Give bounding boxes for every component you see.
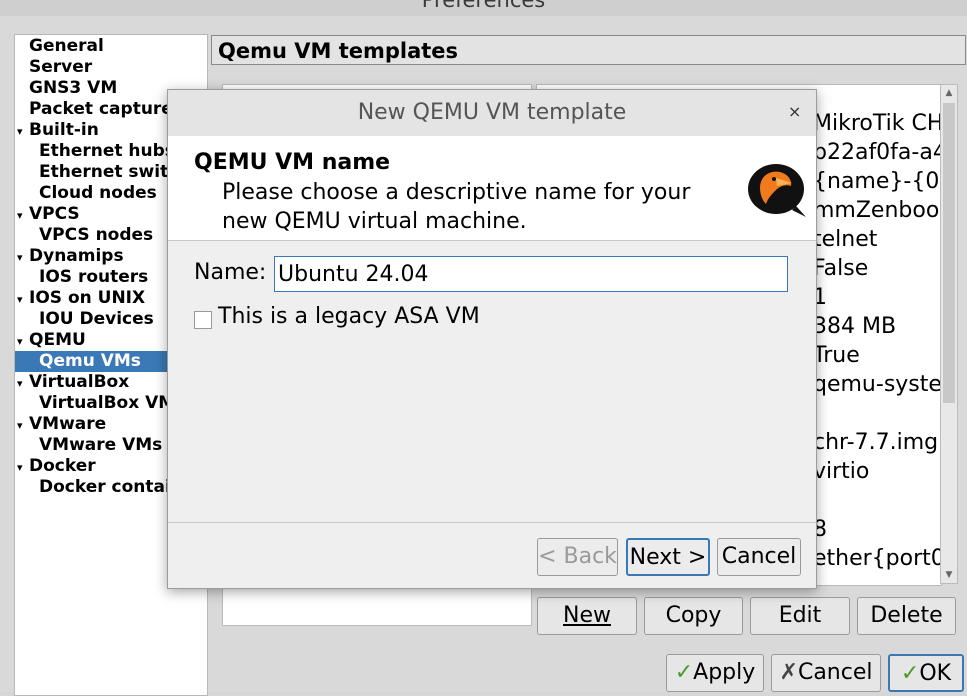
info-value: {name}-{0} [813, 169, 942, 194]
name-label: Name: [194, 260, 267, 285]
sidebar-item[interactable]: VirtualBox VMs [39, 393, 185, 414]
delete-button[interactable]: Delete [857, 597, 956, 635]
sidebar-item-label: VMware VMs [39, 435, 163, 455]
sidebar-item-label: VPCS [29, 204, 80, 224]
sidebar-item[interactable]: VPCS nodes [39, 225, 153, 246]
edit-button[interactable]: Edit [750, 597, 850, 635]
expand-arrow-icon[interactable]: ▾ [17, 205, 29, 226]
info-value: chr-7.7.img [813, 430, 939, 455]
info-value: telnet [813, 227, 878, 252]
sidebar-item-label: Server [29, 57, 93, 77]
sidebar-item[interactable]: ▾ VMware [17, 414, 106, 435]
expand-arrow-icon[interactable]: ▾ [17, 373, 29, 394]
sidebar-item[interactable]: ▾ IOS on UNIX [17, 288, 145, 309]
sidebar-item-label: IOS routers [39, 267, 149, 287]
sidebar-item-label: IOU Devices [39, 309, 154, 329]
copy-button[interactable]: Copy [644, 597, 743, 635]
sidebar-item[interactable]: GNS3 VM [17, 78, 117, 99]
info-value: True [813, 343, 860, 368]
apply-button[interactable]: ✓Apply [666, 654, 764, 692]
apply-label: Apply [693, 660, 756, 685]
legacy-asa-checkbox[interactable] [194, 311, 212, 329]
window-title: Preferences [421, 0, 546, 12]
new-qemu-vm-dialog: New QEMU VM template × QEMU VM name Plea… [167, 89, 817, 589]
legacy-asa-label[interactable]: This is a legacy ASA VM [218, 304, 480, 329]
sidebar-item[interactable]: ▾ Docker [17, 456, 96, 477]
copy-label: Copy [665, 603, 722, 628]
sidebar-item-label: Cloud nodes [39, 183, 157, 203]
sidebar-item[interactable]: Packet capture [17, 99, 173, 120]
sidebar-item-label: VirtualBox VMs [39, 393, 186, 413]
scroll-up-icon[interactable]: ▲ [941, 85, 957, 101]
sidebar-item-label: Packet capture [29, 99, 173, 119]
dialog-header-title: QEMU VM name [194, 150, 391, 175]
dialog-titlebar: New QEMU VM template × [168, 90, 816, 136]
sidebar-item-label: Built-in [29, 120, 99, 140]
expand-arrow-icon[interactable]: ▾ [17, 247, 29, 268]
delete-label: Delete [870, 603, 943, 628]
name-input[interactable] [274, 256, 788, 292]
info-scrollbar[interactable]: ▲ ▼ [940, 84, 958, 584]
check-icon: ✓ [674, 660, 694, 685]
info-value: qemu-system [813, 372, 942, 397]
ok-label: OK [919, 661, 952, 686]
sidebar-item[interactable]: Server [17, 57, 92, 78]
dialog-separator [168, 522, 816, 523]
sidebar-item-label: QEMU [29, 330, 86, 350]
sidebar-item[interactable]: ▾ VPCS [17, 204, 80, 225]
info-value: MikroTik CHR [813, 111, 942, 136]
sidebar-item-label: VMware [29, 414, 107, 434]
info-value: mmZenbook [813, 198, 942, 223]
qemu-logo-icon [748, 164, 806, 217]
sidebar-item-label: IOS on UNIX [29, 288, 146, 308]
sidebar-item[interactable]: IOU Devices [39, 309, 154, 330]
info-value: ether{port0} [813, 546, 941, 571]
section-title: Qemu VM templates [211, 35, 966, 65]
sidebar-item-label: Dynamips [29, 246, 124, 266]
sidebar-item-label: Ethernet hubs [39, 141, 175, 161]
sidebar-item-label: GNS3 VM [29, 78, 118, 98]
footer-cancel-button[interactable]: ✗Cancel [771, 654, 881, 692]
dialog-header-subtitle: Please choose a descriptive name for you… [222, 180, 691, 234]
scroll-down-icon[interactable]: ▼ [941, 567, 957, 583]
sidebar-item[interactable]: Ethernet hubs [39, 141, 175, 162]
sidebar-item-label: VirtualBox [29, 372, 130, 392]
info-value: 384 MB [813, 314, 897, 339]
expand-arrow-icon[interactable]: ▾ [17, 289, 29, 310]
sidebar-item-label: Qemu VMs [39, 351, 141, 371]
sidebar-item[interactable]: General [17, 36, 104, 57]
scroll-thumb[interactable] [943, 103, 955, 403]
sidebar-item-label: VPCS nodes [39, 225, 154, 245]
back-button[interactable]: < Back [537, 538, 618, 576]
expand-arrow-icon[interactable]: ▾ [17, 331, 29, 352]
cross-icon: ✗ [779, 660, 798, 685]
sidebar-item[interactable]: VMware VMs [39, 435, 162, 456]
dialog-cancel-button[interactable]: Cancel [717, 538, 801, 576]
info-value: False [813, 256, 869, 281]
check-icon: ✓ [900, 661, 920, 686]
sidebar-item[interactable]: IOS routers [39, 267, 148, 288]
expand-arrow-icon[interactable]: ▾ [17, 121, 29, 142]
dialog-header: QEMU VM name Please choose a descriptive… [168, 136, 816, 241]
new-button[interactable]: New [537, 597, 637, 635]
sidebar-item-label: General [29, 36, 104, 56]
info-value: virtio [813, 459, 870, 484]
new-label: New [563, 603, 611, 628]
ok-button[interactable]: ✓OK [888, 654, 964, 692]
info-value: b22af0fa-a4 [813, 140, 942, 165]
sidebar-item[interactable]: ▾ Built-in [17, 120, 99, 141]
expand-arrow-icon[interactable]: ▾ [17, 457, 29, 478]
next-button[interactable]: Next > [626, 538, 710, 576]
sidebar-item[interactable]: ▾ QEMU [17, 330, 86, 351]
sidebar-item[interactable]: ▾ VirtualBox [17, 372, 129, 393]
sidebar-item[interactable]: ▾ Dynamips [17, 246, 124, 267]
edit-label: Edit [778, 603, 822, 628]
dialog-title: New QEMU VM template [357, 100, 627, 125]
sidebar-item[interactable]: Cloud nodes [39, 183, 157, 204]
sidebar-item-label: Docker [29, 456, 96, 476]
expand-arrow-icon[interactable]: ▾ [17, 415, 29, 436]
close-icon[interactable]: × [788, 102, 801, 121]
footer-cancel-label: Cancel [797, 660, 873, 685]
